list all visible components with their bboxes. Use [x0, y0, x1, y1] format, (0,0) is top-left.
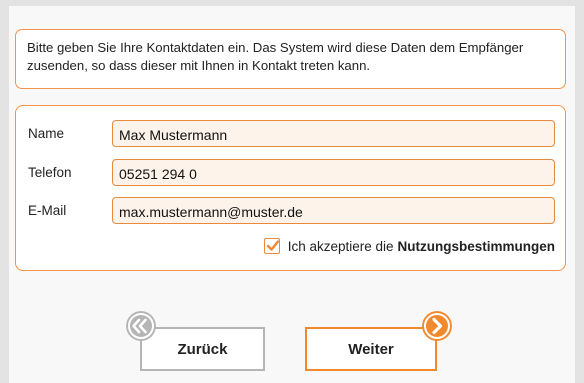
name-row: Name	[16, 120, 565, 149]
terms-row: Ich akzeptiere die Nutzungsbestimmungen	[263, 236, 556, 256]
next-button[interactable]: Weiter	[305, 327, 437, 371]
name-input[interactable]	[112, 120, 555, 147]
chevron-right-icon[interactable]	[422, 311, 452, 341]
terms-prefix: Ich akzeptiere die	[287, 238, 394, 254]
phone-label: Telefon	[28, 165, 72, 180]
email-label: E-Mail	[28, 203, 67, 218]
next-button-label: Weiter	[348, 341, 394, 358]
back-button-label: Zurück	[177, 341, 228, 358]
email-row: E-Mail	[16, 197, 565, 226]
phone-input[interactable]	[112, 159, 555, 186]
intro-box: Bitte geben Sie Ihre Kontaktdaten ein. D…	[15, 29, 566, 89]
name-label: Name	[28, 126, 65, 141]
terms-checkbox[interactable]	[263, 238, 280, 254]
phone-row: Telefon	[16, 159, 565, 188]
email-input[interactable]	[112, 197, 555, 224]
back-button[interactable]: Zurück	[140, 327, 265, 371]
contact-form: Name Telefon E-Mail Ich akzeptiere die N…	[15, 105, 566, 271]
intro-text: Bitte geben Sie Ihre Kontaktdaten ein. D…	[27, 40, 524, 73]
terms-link[interactable]: Nutzungsbestimmungen	[398, 239, 556, 254]
chevron-left-icon[interactable]	[126, 311, 156, 341]
checkmark-icon	[266, 240, 279, 251]
